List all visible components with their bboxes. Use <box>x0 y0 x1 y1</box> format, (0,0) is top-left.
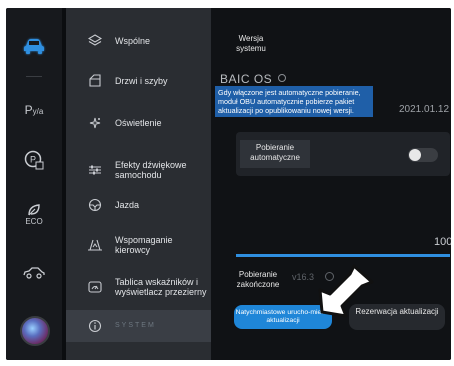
info-icon <box>87 318 103 334</box>
menu-item-label: Efekty dźwiękowe samochodu <box>115 160 187 180</box>
progress-fill <box>236 254 450 257</box>
icon-rail: Py/a P ECO <box>6 8 62 360</box>
menu-item-label: Jazda <box>115 200 140 210</box>
system-content: Wersja systemu BAIC OS 2021.01.12 Gdy wł… <box>211 8 451 360</box>
menu-item-label: Drzwi i szyby <box>115 76 168 86</box>
car-side-icon <box>23 267 45 279</box>
toggle-knob <box>409 149 421 161</box>
download-complete-label: Pobieranie zakończone <box>236 270 280 289</box>
menu-item-driving[interactable]: Jazda <box>66 190 211 220</box>
power-gear-icon: Py/a <box>24 103 44 117</box>
settings-menu: Wspólne Drzwi i szyby Oświetlenie Efekty… <box>66 8 211 360</box>
menu-item-label: Tablica wskaźników i wyświetlacz przezie… <box>115 277 207 297</box>
menu-item-sound-effects[interactable]: Efekty dźwiękowe samochodu <box>66 153 211 187</box>
eco-label: ECO <box>25 216 43 226</box>
auto-download-row: Pobieranie automatyczne <box>236 132 450 176</box>
system-version-title: Wersja systemu <box>236 34 266 53</box>
rail-parking-button[interactable]: P <box>6 140 62 180</box>
rail-car-button[interactable] <box>6 26 62 66</box>
equalizer-icon <box>87 162 103 178</box>
os-name-text: BAIC OS <box>220 72 273 86</box>
menu-item-label: SYSTEM <box>115 322 156 329</box>
auto-download-label: Pobieranie automatyczne <box>240 140 310 168</box>
lighting-icon <box>87 115 103 131</box>
rail-power-button[interactable]: Py/a <box>6 90 62 130</box>
pointer-arrow-icon <box>318 264 374 318</box>
gauge-icon <box>87 279 103 295</box>
driver-assist-icon <box>87 237 103 253</box>
parking-icon: P <box>24 150 44 170</box>
download-progress-bar <box>236 254 450 257</box>
car-icon <box>24 39 44 54</box>
menu-item-label: Wspólne <box>115 36 151 46</box>
menu-item-label: Oświetlenie <box>115 118 162 128</box>
rail-car-side-button[interactable] <box>6 252 62 292</box>
version-date: 2021.01.12 <box>399 104 450 115</box>
menu-item-label: Wspomaganie kierowcy <box>115 235 173 255</box>
layers-icon <box>87 33 103 49</box>
menu-item-driver-assist[interactable]: Wspomaganie kierowcy <box>66 230 211 260</box>
menu-item-system[interactable]: SYSTEM <box>66 310 211 342</box>
menu-item-doors-windows[interactable]: Drzwi i szyby <box>66 66 211 96</box>
os-name: BAIC OS <box>220 72 287 86</box>
user-avatar[interactable] <box>20 316 50 346</box>
downloaded-version: v16.3 <box>292 272 315 282</box>
menu-item-common[interactable]: Wspólne <box>66 26 211 56</box>
svg-text:P: P <box>30 155 36 165</box>
infotainment-screen: Py/a P ECO Wspólne Drzwi i szyby Oświetl… <box>6 8 451 360</box>
menu-item-instrument-hud[interactable]: Tablica wskaźników i wyświetlacz przezie… <box>66 266 211 308</box>
rail-eco-button[interactable]: ECO <box>6 194 62 234</box>
door-icon <box>87 73 103 89</box>
rail-power-label: P <box>24 103 33 117</box>
steering-wheel-icon <box>87 197 103 213</box>
menu-item-lighting[interactable]: Oświetlenie <box>66 108 211 138</box>
auto-download-toggle[interactable] <box>408 148 438 162</box>
auto-download-tooltip: Gdy włączone jest automatyczne pobierani… <box>215 86 373 117</box>
progress-percent: 100% <box>434 236 451 248</box>
rail-divider <box>26 76 42 77</box>
os-info-icon[interactable] <box>278 74 287 82</box>
eco-leaf-icon <box>28 203 40 215</box>
